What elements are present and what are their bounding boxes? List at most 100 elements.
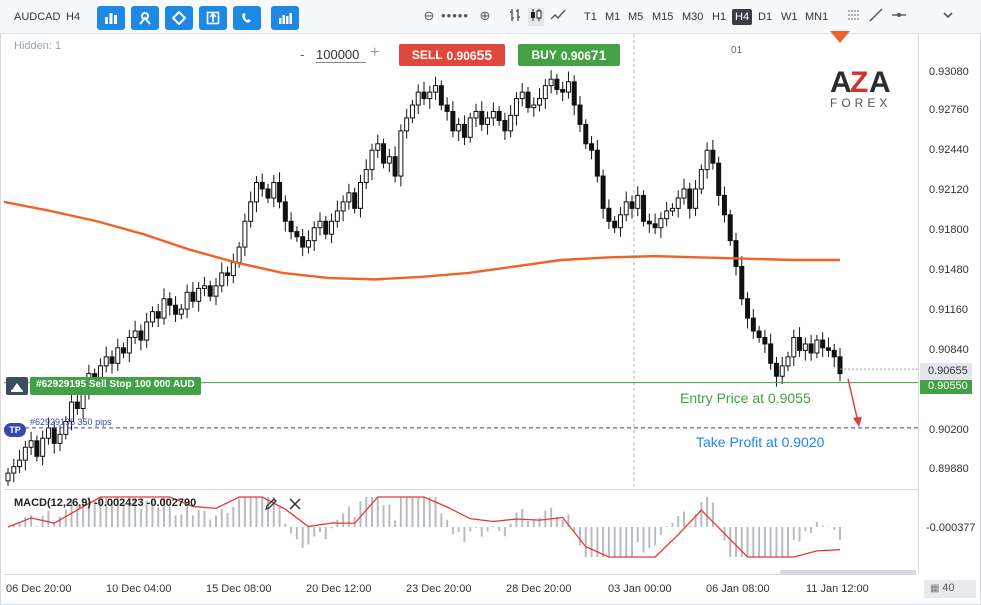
candle-body — [421, 91, 427, 100]
candle-body — [300, 236, 306, 248]
bar-chart-icon[interactable] — [507, 8, 523, 26]
market-watch-icon[interactable] — [271, 6, 299, 30]
price-tick: 0.91800 — [929, 224, 969, 236]
timeframe-label: H4 — [66, 11, 81, 23]
edit-indicator-icon[interactable] — [264, 497, 278, 511]
candle-body — [404, 117, 410, 132]
candle-body — [727, 214, 733, 242]
tf-m15[interactable]: M15 — [652, 11, 673, 23]
candle-body — [132, 330, 138, 338]
candle-body — [629, 201, 635, 209]
pending-order-label[interactable]: #62929195 Sell Stop 100 000 AUD — [30, 377, 201, 395]
candle-body — [294, 231, 300, 238]
more-tools-chevron-icon[interactable] — [940, 8, 956, 26]
svg-text:A: A — [830, 66, 851, 99]
candle-body — [496, 110, 502, 122]
candle-body — [34, 440, 40, 457]
hidden-objects-label[interactable]: Hidden: 1 — [14, 40, 61, 52]
tf-mn1[interactable]: MN1 — [805, 11, 828, 23]
candle-body — [381, 143, 387, 164]
candle-body — [450, 110, 456, 132]
candle-body — [814, 339, 820, 354]
time-tick: 20 Dec 12:00 — [306, 583, 372, 595]
chart-type-icon[interactable] — [97, 6, 125, 30]
buy-price-small: 0.906 — [560, 49, 591, 63]
candlestick-icon[interactable] — [528, 8, 544, 26]
candle-body — [461, 123, 467, 138]
price-tick: 0.90840 — [929, 344, 969, 356]
time-tick: 28 Dec 20:00 — [506, 583, 572, 595]
candle-body — [612, 220, 618, 229]
tf-m30[interactable]: M30 — [682, 11, 703, 23]
remove-indicator-icon[interactable] — [288, 497, 302, 511]
templates-icon[interactable] — [199, 6, 227, 30]
candle-body — [236, 246, 242, 264]
tf-d1[interactable]: D1 — [758, 11, 772, 23]
candle-body — [571, 81, 577, 106]
price-chart[interactable] — [4, 34, 918, 486]
moving-average-line — [4, 200, 840, 281]
scroll-marker-icon[interactable] — [829, 30, 851, 44]
candle-body — [22, 446, 28, 461]
take-profit-tag[interactable]: TP — [4, 423, 26, 437]
line-chart-icon[interactable] — [550, 8, 566, 26]
candle-body — [305, 240, 311, 248]
candle-body — [473, 110, 479, 119]
candle-body — [739, 265, 745, 300]
horizontal-scrollbar[interactable] — [780, 570, 916, 574]
candle-body — [716, 162, 722, 196]
time-tick: 06 Jan 08:00 — [706, 583, 770, 595]
hline-icon[interactable] — [891, 8, 907, 26]
fibonacci-icon[interactable] — [846, 8, 862, 26]
candle-body — [779, 365, 785, 377]
candle-body — [352, 192, 358, 209]
candle-body — [433, 85, 439, 93]
sell-button[interactable]: SELL 0.90655 — [399, 44, 505, 66]
zoom-slider[interactable]: ••••• — [440, 8, 470, 26]
volume-increase-button[interactable]: + — [370, 44, 379, 62]
candle-body — [617, 214, 623, 229]
candle-body — [103, 356, 109, 367]
candle-body — [542, 85, 548, 100]
volume-decrease-button[interactable]: - — [300, 46, 305, 62]
tf-h4[interactable]: H4 — [732, 9, 753, 25]
candle-body — [126, 336, 132, 354]
candle-body — [409, 104, 415, 119]
indicators-icon[interactable] — [131, 6, 159, 30]
zoom-out-icon[interactable]: ⊖ — [421, 8, 437, 26]
tf-h1[interactable]: H1 — [712, 11, 726, 23]
zoom-in-icon[interactable]: ⊕ — [477, 8, 493, 26]
candle-body — [115, 347, 121, 364]
candle-body — [762, 336, 768, 345]
candle-body — [173, 304, 179, 315]
candle-body — [641, 194, 647, 222]
trendline-icon[interactable] — [868, 8, 884, 26]
candle-body — [363, 169, 369, 184]
tf-t1[interactable]: T1 — [584, 11, 597, 23]
candle-body — [467, 117, 473, 138]
candle-body — [265, 188, 271, 199]
buy-button[interactable]: BUY 0.90671 — [518, 44, 620, 66]
candle-body — [635, 194, 641, 209]
zoom-level-box[interactable]: ▦ 40 — [924, 580, 976, 598]
drawing-tools-icon[interactable] — [165, 6, 193, 30]
price-tick: 0.89880 — [929, 463, 969, 475]
aza-forex-logo: A Z A FOREX — [828, 62, 898, 112]
candle-body — [479, 110, 485, 125]
candle-body — [271, 182, 277, 199]
time-tick: 23 Dec 20:00 — [406, 583, 472, 595]
tf-w1[interactable]: W1 — [781, 11, 798, 23]
tf-m1[interactable]: M1 — [605, 11, 620, 23]
time-tick: 10 Dec 04:00 — [106, 583, 172, 595]
candle-body — [121, 347, 127, 354]
order-drag-handle[interactable] — [6, 377, 28, 395]
alerts-icon[interactable] — [233, 6, 261, 30]
tf-m5[interactable]: M5 — [628, 11, 643, 23]
price-axis[interactable]: 0.93080 0.92760 0.92440 0.92120 0.91800 … — [918, 34, 980, 574]
candle-body — [554, 78, 560, 91]
svg-text:Z: Z — [850, 66, 868, 99]
candle-body — [28, 440, 34, 448]
entry-price-tag: 0.90550 — [920, 380, 972, 394]
volume-input[interactable]: 100000 — [316, 47, 366, 63]
candle-body — [259, 182, 265, 190]
